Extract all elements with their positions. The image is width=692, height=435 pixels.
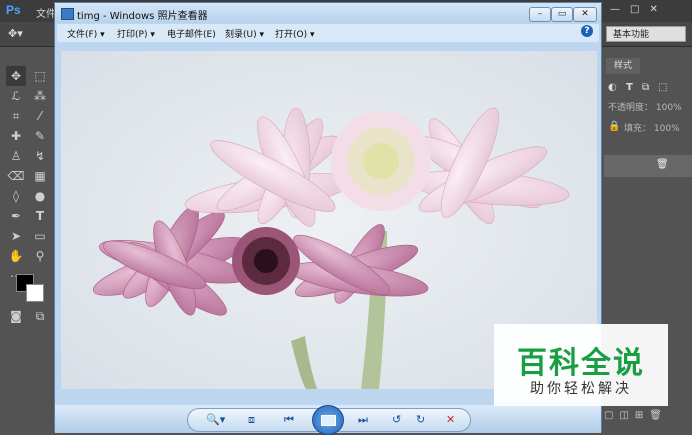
gradient-tool-icon[interactable]: ▦	[30, 166, 50, 186]
slideshow-button[interactable]	[312, 405, 344, 435]
hand-tool-icon[interactable]: ✋	[6, 246, 26, 266]
ps-window-controls[interactable]: —□✕	[610, 4, 668, 15]
minimize-button[interactable]: –	[529, 7, 551, 22]
slideshow-icon	[321, 415, 336, 426]
move-tool-option-icon[interactable]: ✥▾	[8, 27, 23, 40]
stamp-tool-icon[interactable]: ♙	[6, 146, 26, 166]
layer-row[interactable]: 🗑	[604, 155, 692, 177]
lasso-tool-icon[interactable]: ℒ	[6, 86, 26, 106]
opacity-label: 不透明度：	[608, 103, 654, 113]
smart-filter-icon[interactable]: ⬚	[658, 82, 667, 93]
menu-email[interactable]: 电子邮件(E)	[167, 27, 216, 40]
opacity-control[interactable]: 不透明度： 100%	[608, 100, 682, 113]
dodge-tool-icon[interactable]: ●	[30, 186, 50, 206]
next-icon[interactable]: ⏭	[358, 413, 368, 427]
ps-toolbar: ✥ ⬚ ℒ ⁂ ⌗ ⁄ ✚ ✎ ♙ ↯ ⌫ ▦ ◊ ● ✒ T ➤ ▭ ✋ ⚲ …	[0, 62, 54, 432]
help-icon[interactable]: ?	[581, 25, 593, 37]
fill-control[interactable]: 填充： 100%	[624, 121, 680, 134]
viewer-menubar: 文件(F) ▾ 打印(P) ▾ 电子邮件(E) 刻录(U) ▾ 打开(O) ▾ …	[57, 24, 599, 42]
fill-value[interactable]: 100%	[654, 124, 680, 134]
magic-wand-icon[interactable]: ⁂	[30, 86, 50, 106]
shape-filter-icon[interactable]: ⧉	[642, 82, 649, 93]
opacity-value[interactable]: 100%	[656, 103, 682, 113]
previous-icon[interactable]: ⏮	[284, 413, 294, 427]
control-pill: 🔍▾ ⧈ ⏮ ⏭ ↺ ↻ ✕	[187, 405, 471, 435]
eyedropper-icon[interactable]: ⁄	[30, 106, 50, 126]
path-select-icon[interactable]: ➤	[6, 226, 26, 246]
actual-size-icon[interactable]: ⧈	[248, 413, 255, 427]
watermark-subtitle: 助你轻松解决	[530, 381, 632, 397]
eraser-tool-icon[interactable]: ⌫	[6, 166, 26, 186]
photo-viewer-icon	[61, 8, 74, 20]
crop-tool-icon[interactable]: ⌗	[6, 106, 26, 126]
delete-icon[interactable]: ✕	[446, 413, 455, 426]
zoom-icon[interactable]: 🔍▾	[206, 413, 225, 426]
move-tool-icon[interactable]: ✥	[6, 66, 26, 86]
delete-layer-icon[interactable]: 🗑	[656, 159, 669, 170]
lock-icon[interactable]: 🔒	[608, 121, 620, 132]
layers-bottom-toolbar[interactable]: ▢◫⊞🗑	[604, 410, 668, 421]
ps-menu-file[interactable]: 文件	[36, 5, 56, 20]
history-brush-icon[interactable]: ↯	[30, 146, 50, 166]
zoom-tool-icon[interactable]: ⚲	[30, 246, 50, 266]
watermark-title: 百科全说	[517, 346, 645, 381]
window-title: timg - Windows 照片查看器	[77, 11, 208, 22]
quick-mask-icon[interactable]: ◙	[6, 306, 26, 326]
marquee-tool-icon[interactable]: ⬚	[30, 66, 50, 86]
styles-panel-tab[interactable]: 样式	[606, 58, 640, 74]
healing-brush-icon[interactable]: ✚	[6, 126, 26, 146]
brush-tool-icon[interactable]: ✎	[30, 126, 50, 146]
shape-tool-icon[interactable]: ▭	[30, 226, 50, 246]
rotate-counterclockwise-icon[interactable]: ↺	[392, 413, 401, 426]
viewer-titlebar[interactable]: timg - Windows 照片查看器 – ▭ ✕	[55, 3, 601, 23]
type-tool-icon[interactable]: T	[30, 206, 50, 226]
fill-label: 填充：	[624, 124, 652, 134]
rotate-clockwise-icon[interactable]: ↻	[416, 413, 425, 426]
photoshop-logo: Ps	[6, 3, 21, 17]
screen-mode-icon[interactable]: ⧉	[30, 306, 50, 326]
layer-filter-icon[interactable]: ◐	[608, 82, 617, 93]
blur-tool-icon[interactable]: ◊	[6, 186, 26, 206]
close-button[interactable]: ✕	[573, 7, 597, 22]
watermark-logo: 百科全说 助你轻松解决	[494, 324, 668, 406]
menu-open[interactable]: 打开(O) ▾	[275, 27, 315, 40]
pen-tool-icon[interactable]: ✒	[6, 206, 26, 226]
menu-burn[interactable]: 刻录(U) ▾	[225, 27, 264, 40]
viewer-control-bar: 🔍▾ ⧈ ⏮ ⏭ ↺ ↻ ✕	[55, 405, 601, 435]
menu-file[interactable]: 文件(F) ▾	[67, 27, 105, 40]
maximize-button[interactable]: ▭	[551, 7, 573, 22]
menu-print[interactable]: 打印(P) ▾	[117, 27, 155, 40]
text-filter-icon[interactable]: T	[626, 82, 633, 93]
workspace-select[interactable]: 基本功能	[606, 26, 686, 42]
background-color-swatch[interactable]	[26, 284, 44, 302]
